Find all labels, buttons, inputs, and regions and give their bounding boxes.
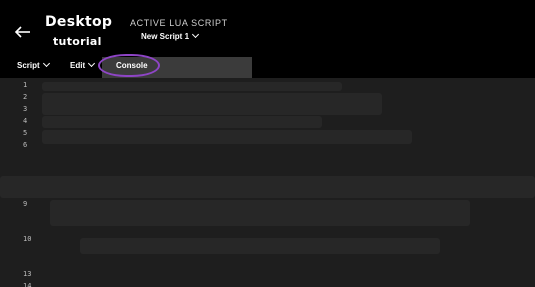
menu-edit-label: Edit	[70, 61, 86, 70]
line-number: 1	[23, 81, 28, 89]
editor-menu-bar: Script Edit Console	[0, 57, 252, 78]
redacted-code	[0, 176, 535, 198]
line-number: 2	[23, 93, 28, 101]
line-number: 14	[23, 282, 32, 287]
redacted-code	[50, 200, 470, 226]
line-number: 5	[23, 129, 28, 137]
script-selector-dropdown[interactable]: New Script 1	[141, 30, 200, 41]
redacted-code	[42, 82, 342, 91]
line-number: 13	[23, 270, 32, 278]
menu-console[interactable]: Console	[116, 61, 148, 70]
line-number: 9	[23, 200, 28, 208]
back-button[interactable]	[14, 24, 32, 40]
chevron-down-icon	[42, 59, 50, 68]
script-name: New Script 1	[141, 32, 190, 41]
line-number: 6	[23, 141, 28, 149]
page-title: Desktop	[45, 14, 113, 30]
menu-edit[interactable]: Edit	[70, 59, 96, 70]
redacted-code	[42, 130, 412, 144]
menu-script-label: Script	[17, 61, 40, 70]
code-text-area[interactable]	[0, 78, 535, 287]
redacted-code	[80, 238, 440, 254]
menu-script[interactable]: Script	[17, 59, 50, 70]
line-number: 10	[23, 235, 32, 243]
page-subtitle: tutorial	[53, 35, 102, 48]
active-script-label: ACTIVE LUA SCRIPT	[130, 18, 228, 28]
redacted-code	[42, 116, 322, 128]
chevron-down-icon	[191, 30, 200, 39]
arrow-left-icon	[14, 26, 30, 38]
line-number: 4	[23, 117, 28, 125]
redacted-code	[42, 93, 382, 115]
line-number: 3	[23, 105, 28, 113]
code-editor: 1 2 3 4 5 6 9 10 13 14	[0, 78, 535, 287]
chevron-down-icon	[88, 59, 96, 68]
lua-script-editor-window: Desktop tutorial ACTIVE LUA SCRIPT New S…	[0, 0, 535, 287]
